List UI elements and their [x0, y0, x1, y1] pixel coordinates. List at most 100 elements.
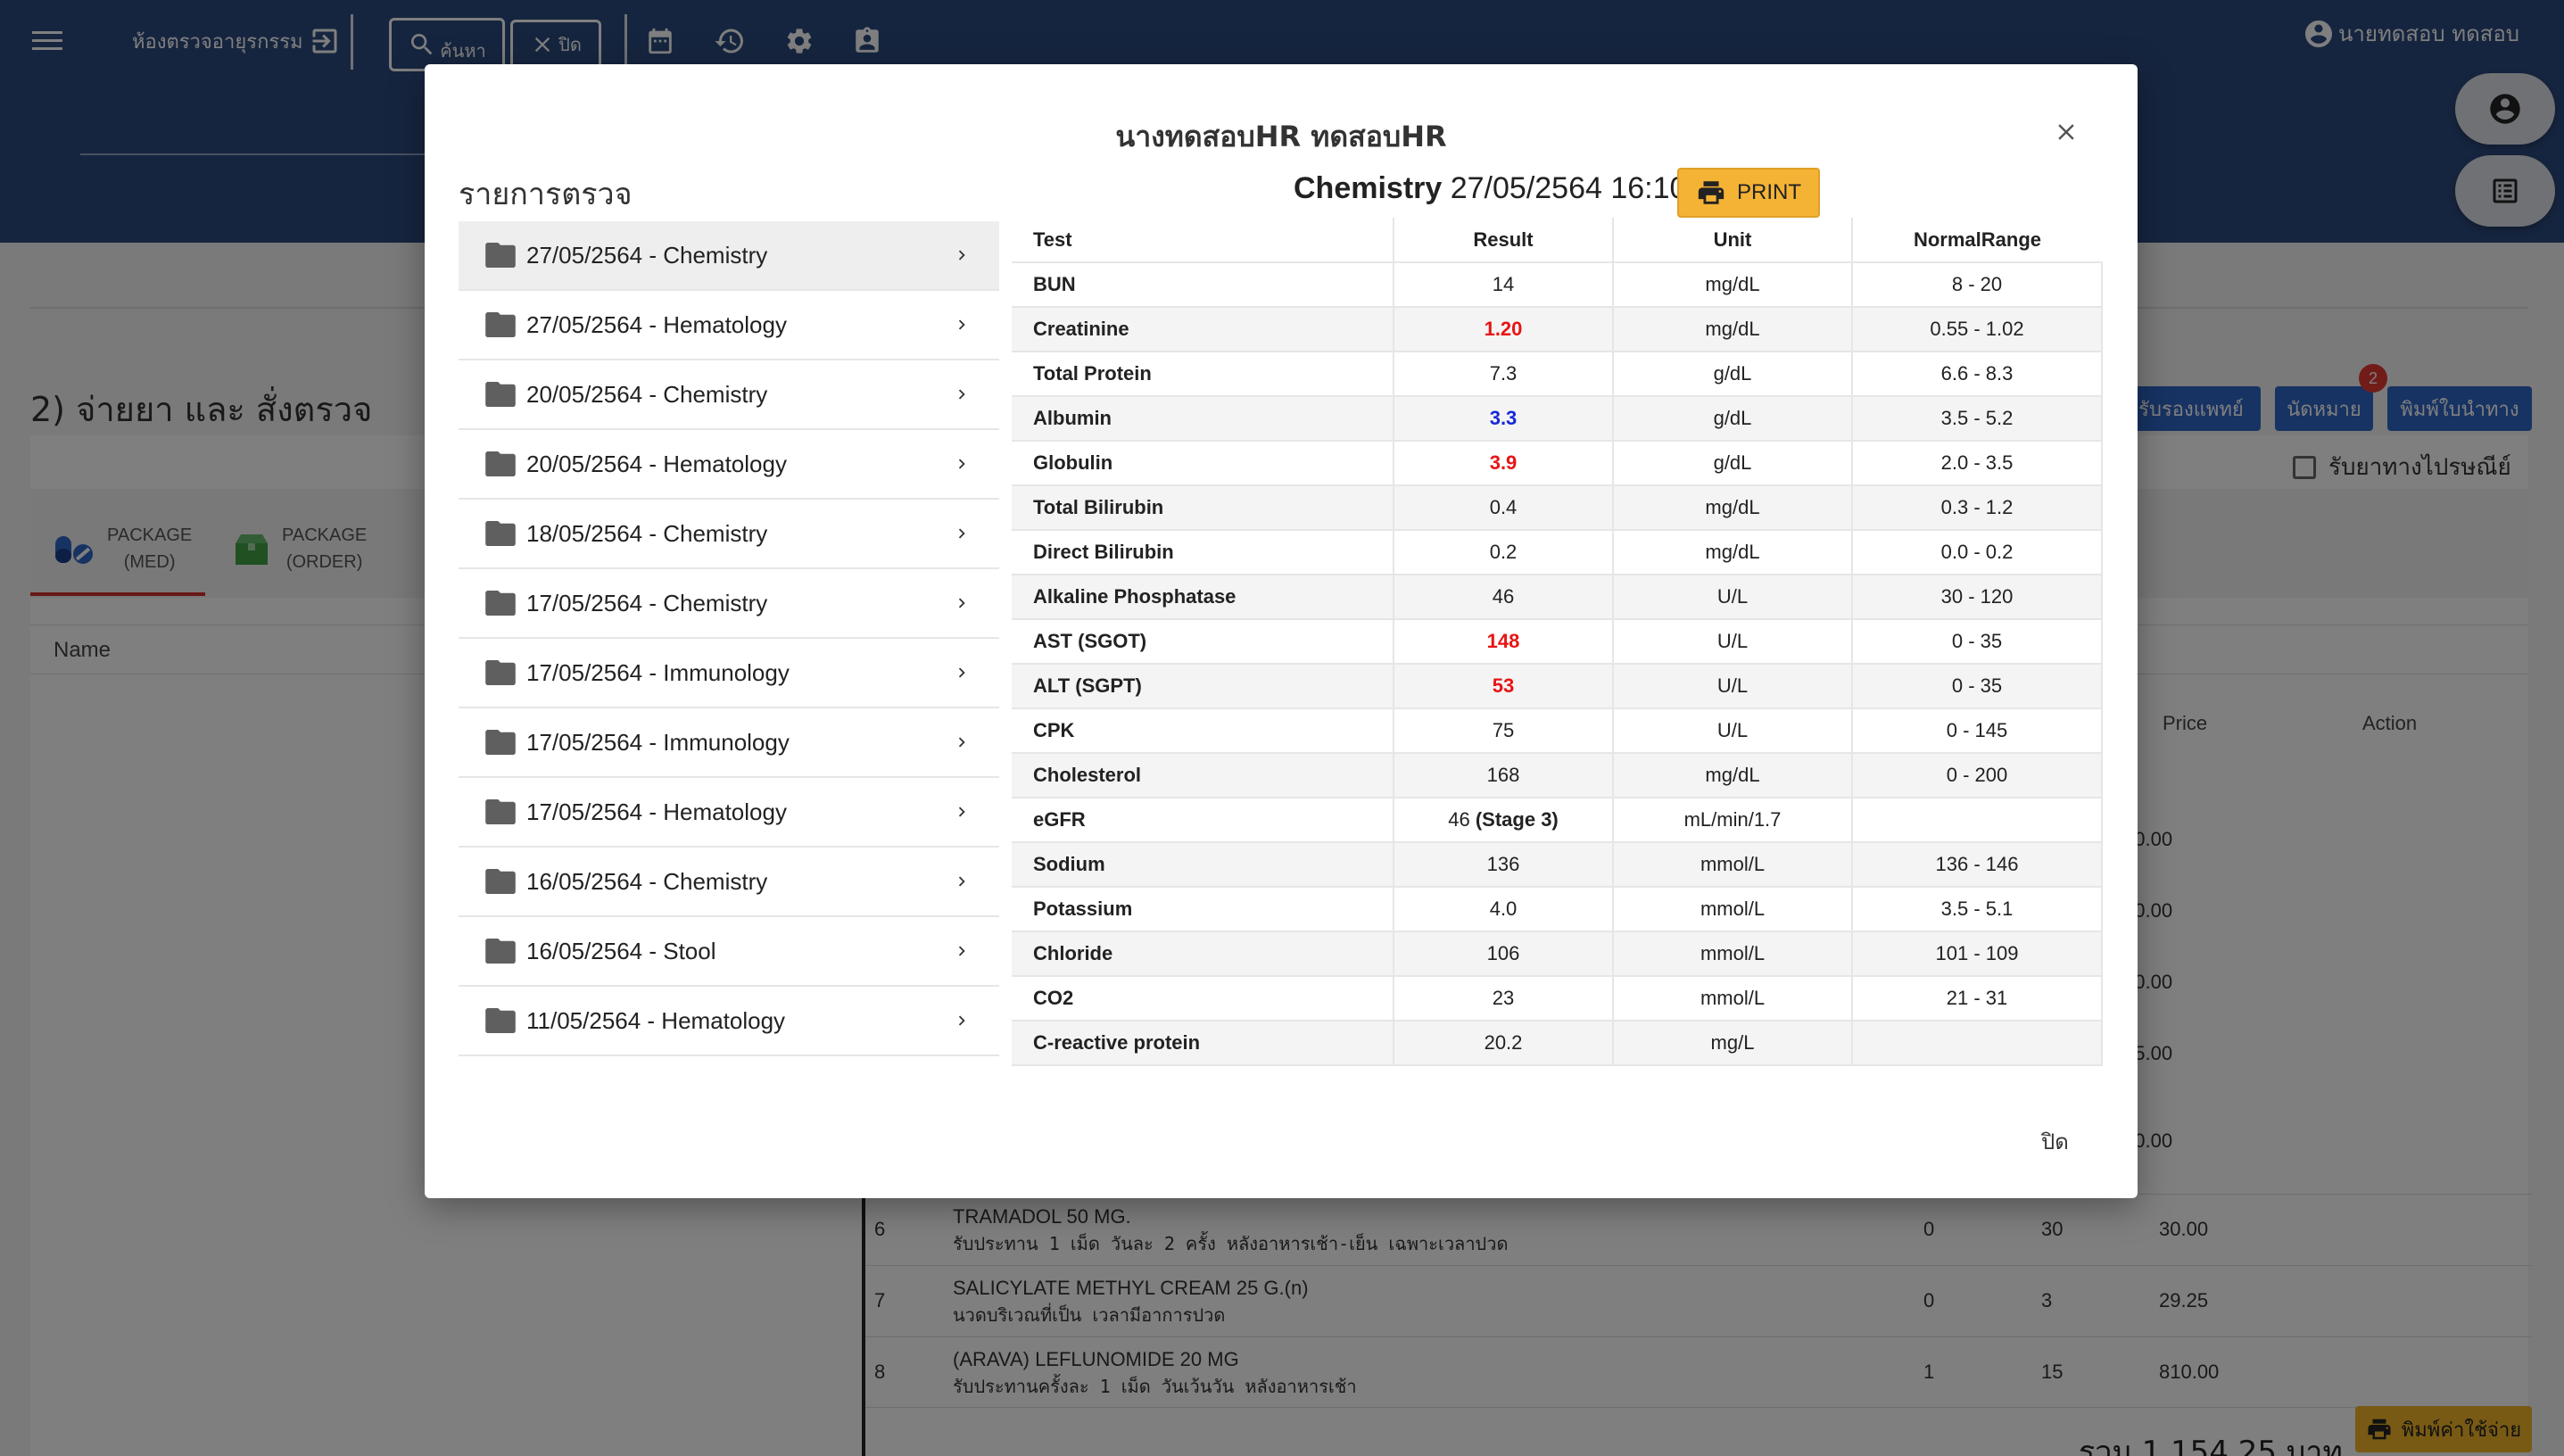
test-result-cell: 53 — [1393, 664, 1613, 709]
test-name: Alkaline Phosphatase — [1012, 575, 1394, 620]
column-header-range: NormalRange — [1851, 218, 2102, 263]
list-item[interactable]: 11/05/2564 - Hematology — [459, 987, 999, 1056]
list-item[interactable]: 27/05/2564 - Chemistry — [459, 221, 999, 291]
dialog-close-text-button[interactable]: ปิด — [2041, 1124, 2069, 1159]
folder-icon — [485, 660, 516, 685]
test-unit: U/L — [1612, 664, 1852, 709]
test-result: 53 — [1492, 674, 1515, 697]
folder-icon — [485, 591, 516, 616]
list-item[interactable]: 20/05/2564 - Chemistry — [459, 360, 999, 430]
test-result-cell: 46 (Stage 3) — [1393, 798, 1613, 843]
table-row: Direct Bilirubin 0.2 mg/dL 0.0 - 0.2 — [1012, 530, 2102, 575]
test-name: Chloride — [1012, 931, 1394, 977]
exam-label: 27/05/2564 - Chemistry — [526, 241, 768, 269]
folder-icon — [485, 521, 516, 546]
test-result-cell: 14 — [1393, 262, 1613, 308]
test-result: 148 — [1486, 630, 1520, 652]
folder-icon — [485, 382, 516, 407]
list-item[interactable]: 20/05/2564 - Hematology — [459, 430, 999, 500]
list-item[interactable]: 17/05/2564 - Chemistry — [459, 569, 999, 639]
list-item[interactable]: 27/05/2564 - Hematology — [459, 291, 999, 360]
normal-range: 0.55 - 1.02 — [1851, 307, 2102, 352]
exam-label: 16/05/2564 - Stool — [526, 937, 716, 964]
exam-label: 18/05/2564 - Chemistry — [526, 519, 768, 547]
test-name: CO2 — [1012, 976, 1394, 1022]
normal-range: 8 - 20 — [1851, 262, 2102, 308]
list-item[interactable]: 16/05/2564 - Stool — [459, 917, 999, 987]
test-result-cell: 168 — [1393, 753, 1613, 798]
test-result-cell: 3.3 — [1393, 396, 1613, 442]
test-result: 75 — [1492, 719, 1515, 741]
folder-icon — [485, 243, 516, 268]
test-name: Creatinine — [1012, 307, 1394, 352]
test-name: C-reactive protein — [1012, 1021, 1394, 1066]
exam-list: 27/05/2564 - Chemistry 27/05/2564 - Hemat… — [459, 221, 999, 1056]
test-unit: g/dL — [1612, 441, 1852, 486]
print-button[interactable]: PRINT — [1677, 168, 1820, 218]
exam-label: 17/05/2564 - Chemistry — [526, 589, 768, 616]
chevron-right-icon — [951, 801, 972, 823]
table-row: BUN 14 mg/dL 8 - 20 — [1012, 262, 2102, 308]
test-name: AST (SGOT) — [1012, 619, 1394, 665]
chevron-right-icon — [951, 1010, 972, 1031]
test-unit: mmol/L — [1612, 976, 1852, 1022]
test-result: 4.0 — [1489, 898, 1518, 920]
lab-results-dialog: นางทดสอบHR ทดสอบHR รายการตรวจ 27/05/2564… — [425, 64, 2138, 1198]
normal-range: 0 - 35 — [1851, 619, 2102, 665]
test-name: Globulin — [1012, 441, 1394, 486]
exam-label: 17/05/2564 - Immunology — [526, 658, 790, 686]
test-unit: mg/dL — [1612, 753, 1852, 798]
chevron-right-icon — [951, 523, 972, 544]
list-item[interactable]: 17/05/2564 - Hematology — [459, 778, 999, 848]
test-unit: mL/min/1.7 — [1612, 798, 1852, 843]
test-result: 20.2 — [1484, 1031, 1523, 1054]
test-name: ALT (SGPT) — [1012, 664, 1394, 709]
test-result-cell: 136 — [1393, 842, 1613, 888]
table-row: Chloride 106 mmol/L 101 - 109 — [1012, 931, 2102, 977]
test-unit: U/L — [1612, 619, 1852, 665]
normal-range: 2.0 - 3.5 — [1851, 441, 2102, 486]
test-result: 46 — [1448, 808, 1470, 831]
exam-list-title: รายการตรวจ — [459, 177, 633, 212]
list-item[interactable]: 17/05/2564 - Immunology — [459, 639, 999, 708]
result-note: (Stage 3) — [1475, 808, 1559, 831]
test-result-cell: 75 — [1393, 708, 1613, 754]
test-unit: g/dL — [1612, 396, 1852, 442]
test-result-cell: 46 — [1393, 575, 1613, 620]
detail-datetime: 27/05/2564 16:10 — [1450, 171, 1687, 205]
exam-label: 11/05/2564 - Hematology — [526, 1006, 786, 1034]
test-result-cell: 148 — [1393, 619, 1613, 665]
table-row: Cholesterol 168 mg/dL 0 - 200 — [1012, 753, 2102, 798]
folder-icon — [485, 939, 516, 964]
table-row: Alkaline Phosphatase 46 U/L 30 - 120 — [1012, 575, 2102, 620]
dialog-close-button[interactable] — [2048, 114, 2084, 150]
list-item[interactable]: 16/05/2564 - Chemistry — [459, 848, 999, 917]
detail-category: Chemistry — [1294, 171, 1443, 205]
test-result-cell: 20.2 — [1393, 1021, 1613, 1066]
table-row: Total Protein 7.3 g/dL 6.6 - 8.3 — [1012, 352, 2102, 397]
folder-icon — [485, 799, 516, 824]
list-item[interactable]: 18/05/2564 - Chemistry — [459, 500, 999, 569]
list-item[interactable]: 17/05/2564 - Immunology — [459, 708, 999, 778]
test-name: Direct Bilirubin — [1012, 530, 1394, 575]
folder-icon — [485, 730, 516, 755]
test-result: 46 — [1492, 585, 1515, 608]
folder-icon — [485, 1008, 516, 1033]
test-unit: mmol/L — [1612, 887, 1852, 932]
table-row: CPK 75 U/L 0 - 145 — [1012, 708, 2102, 754]
test-unit: mmol/L — [1612, 931, 1852, 977]
test-unit: mg/dL — [1612, 307, 1852, 352]
print-label: PRINT — [1737, 180, 1801, 204]
exam-label: 27/05/2564 - Hematology — [526, 310, 787, 338]
normal-range: 30 - 120 — [1851, 575, 2102, 620]
table-row: CO2 23 mmol/L 21 - 31 — [1012, 976, 2102, 1022]
test-unit: U/L — [1612, 575, 1852, 620]
test-name: BUN — [1012, 262, 1394, 308]
column-header-result: Result — [1393, 218, 1613, 263]
table-row: Total Bilirubin 0.4 mg/dL 0.3 - 1.2 — [1012, 485, 2102, 531]
exam-label: 17/05/2564 - Immunology — [526, 728, 790, 756]
normal-range: 136 - 146 — [1851, 842, 2102, 888]
normal-range: 21 - 31 — [1851, 976, 2102, 1022]
test-unit: mg/dL — [1612, 530, 1852, 575]
detail-title: Chemistry 27/05/2564 16:10 — [1294, 171, 1686, 206]
